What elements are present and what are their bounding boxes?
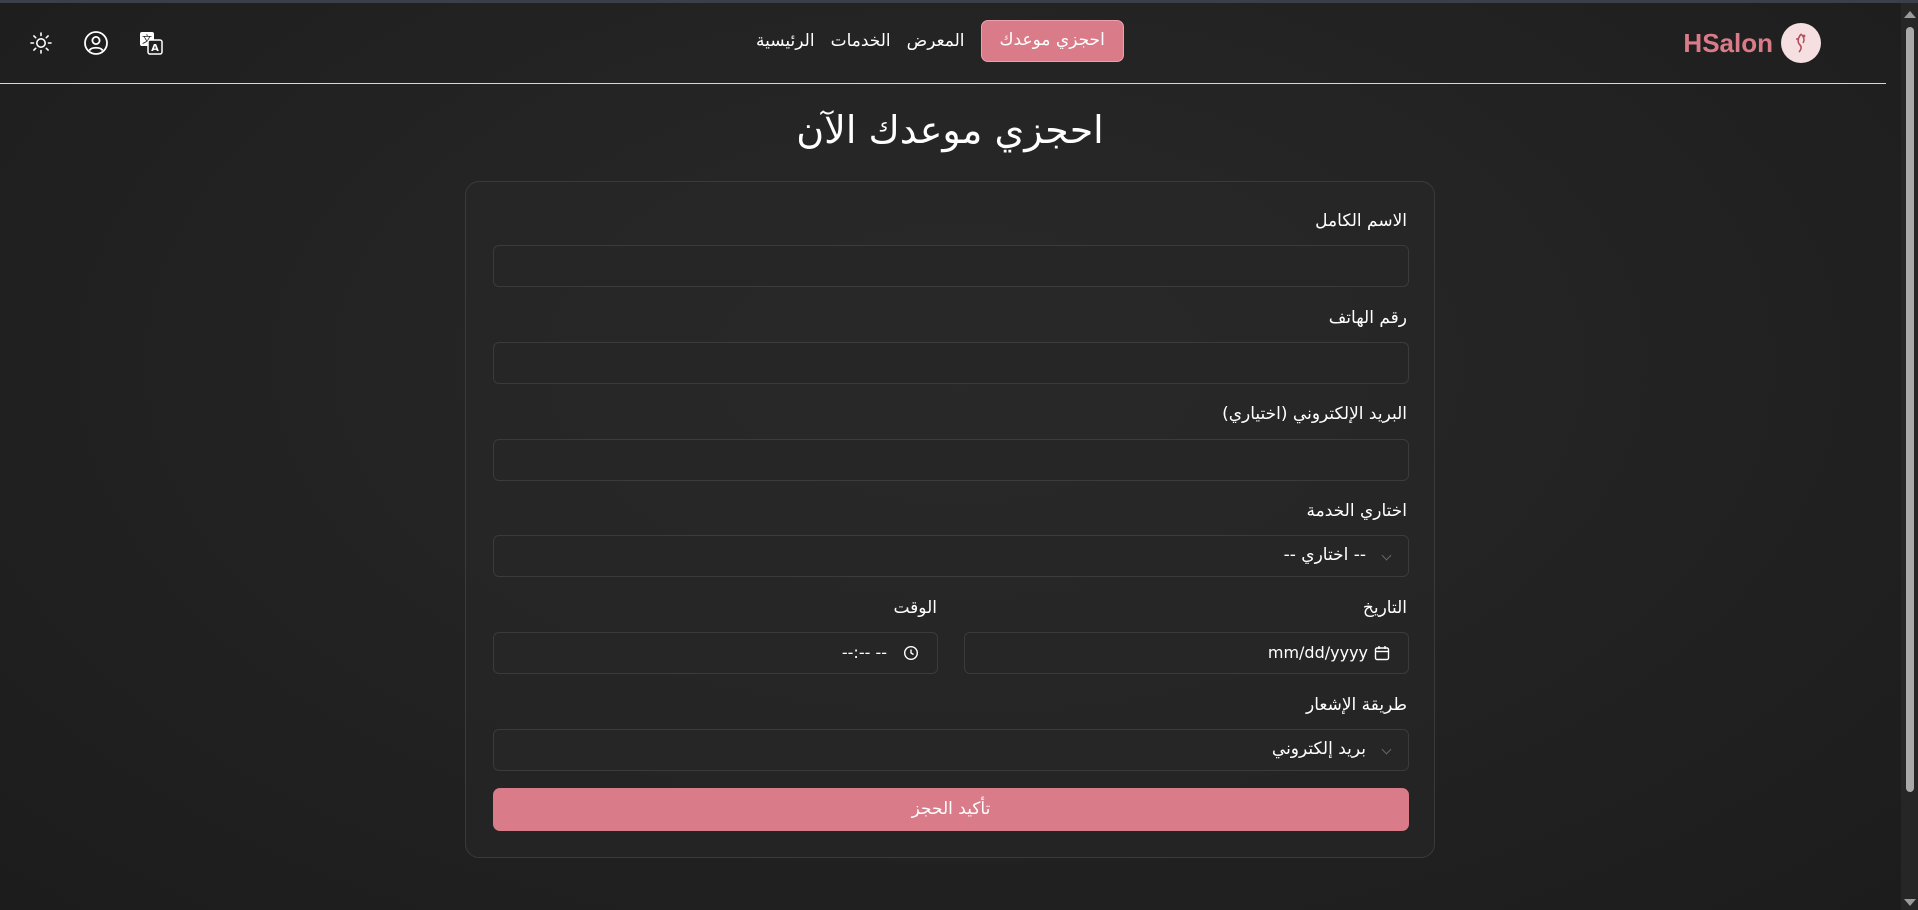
date-value: mm/dd/yyyy [1267,643,1368,662]
main-nav: الرئيسية الخدمات المعرض احجزي موعدك [756,20,1124,62]
booking-form: الاسم الكامل رقم الهاتف البريد الإلكترون… [465,181,1435,858]
time-label: الوقت [893,598,937,618]
time-value: --:-- -- [841,643,887,662]
email-field[interactable] [493,439,1409,481]
sun-icon[interactable] [28,30,54,56]
email-input[interactable] [494,440,1408,480]
notify-method-selected-value: بريد إلكتروني [1271,739,1366,759]
translate-icon[interactable]: 文 A [138,30,164,56]
phone-label: رقم الهاتف [1328,308,1407,328]
chevron-down-icon [1381,744,1392,755]
confirm-booking-button[interactable]: تأكيد الحجز [493,788,1409,831]
page-title: احجزي موعدك الآن [796,108,1104,152]
calendar-icon[interactable] [1374,645,1390,665]
nav-gallery-link[interactable]: المعرض [907,31,965,51]
nav-home-link[interactable]: الرئيسية [756,31,815,51]
scroll-down-arrow-icon[interactable] [1904,899,1916,906]
book-appointment-button[interactable]: احجزي موعدك [980,20,1124,62]
time-field[interactable]: --:-- -- [493,632,938,674]
service-label: اختاري الخدمة [1306,501,1407,521]
email-label: البريد الإلكتروني (اختياري) [1222,404,1407,424]
brand[interactable]: HSalon [1683,23,1821,63]
user-icon[interactable] [83,30,109,56]
notify-method-label: طريقة الإشعار [1305,695,1407,715]
notify-method-select[interactable]: بريد إلكتروني [493,729,1409,771]
page-scrollbar[interactable] [1901,3,1918,910]
scroll-thumb[interactable] [1906,27,1914,792]
service-selected-value: -- اختاري -- [1283,545,1366,565]
brand-logo [1781,23,1821,63]
scroll-up-arrow-icon[interactable] [1904,11,1916,18]
svg-text:A: A [151,43,159,54]
full-name-field[interactable] [493,245,1409,287]
nav-icons: 文 A [28,30,164,56]
phone-field[interactable] [493,342,1409,384]
navbar: HSalon الرئيسية الخدمات المعرض احجزي موع… [0,3,1886,84]
full-name-input[interactable] [494,246,1408,286]
full-name-label: الاسم الكامل [1315,211,1407,231]
clock-icon[interactable] [903,645,919,665]
brand-name: HSalon [1683,27,1773,58]
date-field[interactable]: mm/dd/yyyy [964,632,1409,674]
service-select[interactable]: -- اختاري -- [493,535,1409,577]
nav-services-link[interactable]: الخدمات [831,31,891,51]
phone-input[interactable] [494,343,1408,383]
chevron-down-icon [1381,550,1392,561]
date-label: التاريخ [1362,598,1407,618]
